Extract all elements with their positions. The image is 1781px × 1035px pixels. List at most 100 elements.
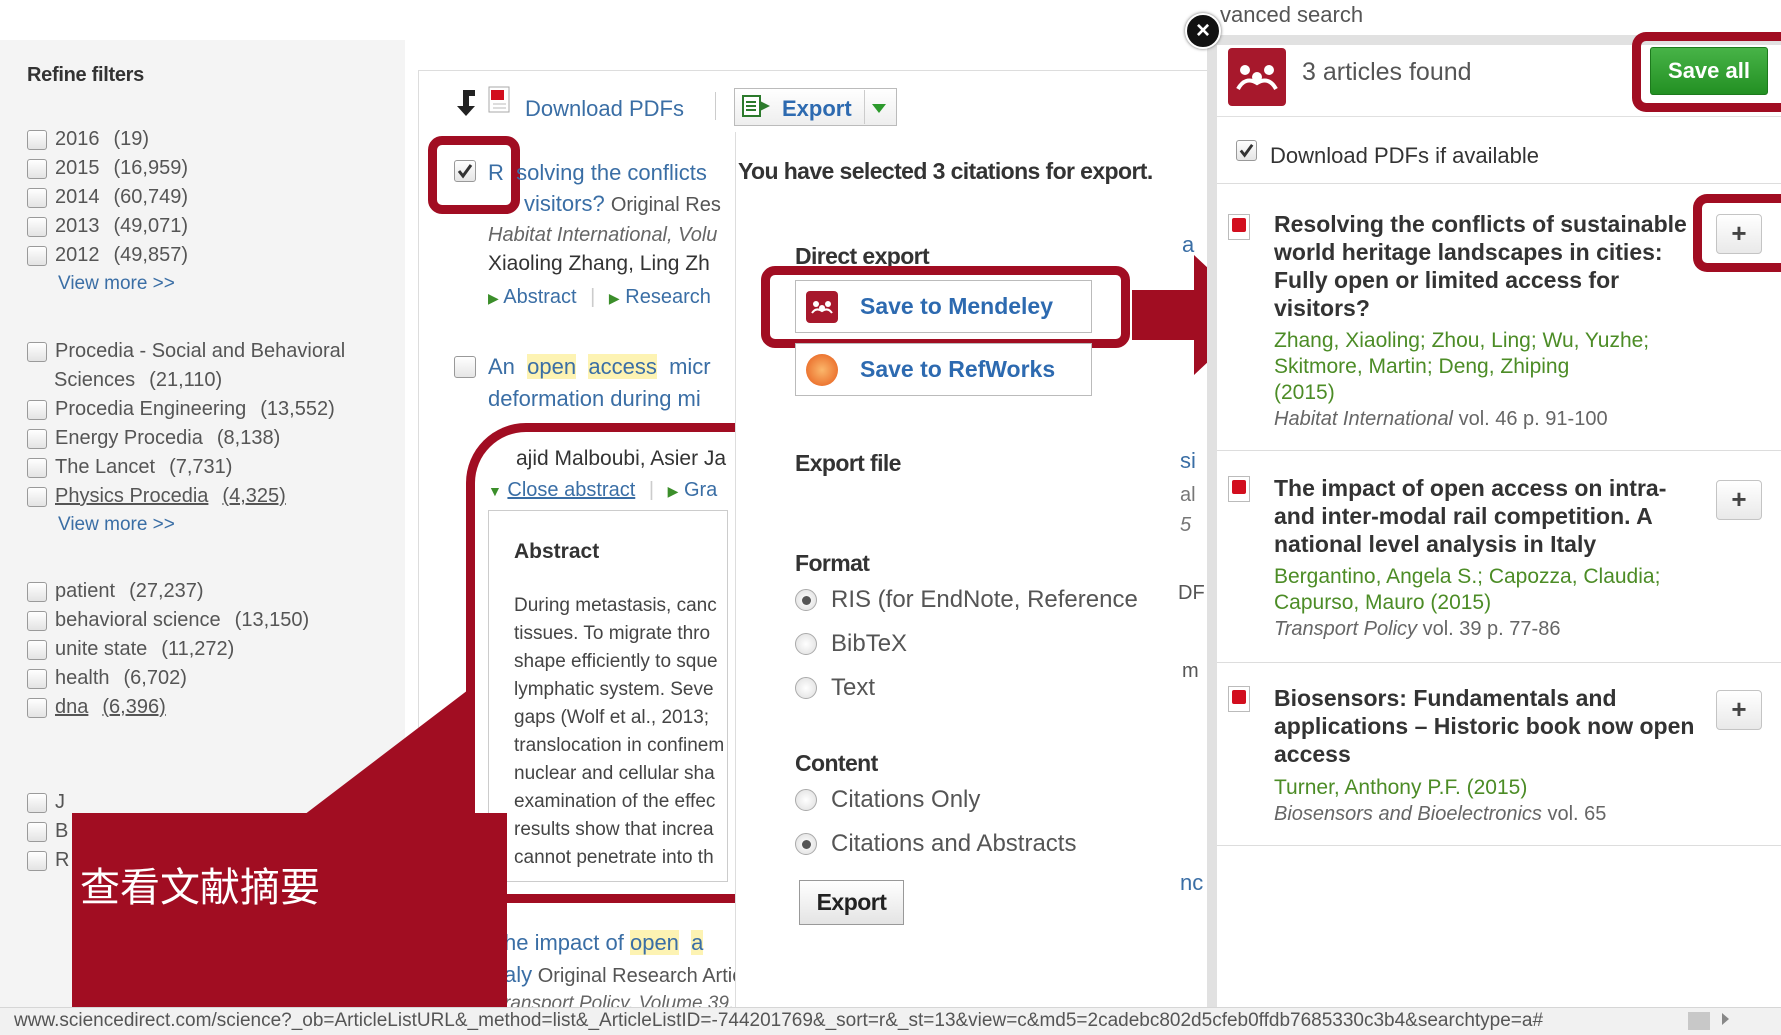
filter-checkbox[interactable]: [27, 129, 47, 150]
scroll-thumb[interactable]: [1688, 1012, 1710, 1030]
filter-partial-j[interactable]: J: [27, 791, 65, 814]
save-all-highlight-box: [1632, 32, 1781, 112]
bg-fragment: si: [1180, 448, 1196, 473]
result-1-title[interactable]: R solving the conflicts: [488, 160, 707, 186]
bg-fragment: 5: [1180, 514, 1192, 536]
advanced-search-link[interactable]: vanced search: [1220, 2, 1363, 24]
filter-year-2013[interactable]: 2013 (49,071): [27, 215, 188, 238]
annotation-text: 查看文献摘要: [80, 865, 320, 911]
filter-topic-patient[interactable]: patient (27,237): [27, 580, 204, 603]
filter-year-2016[interactable]: 2016 (19): [27, 128, 149, 151]
abstract-link[interactable]: Abstract: [503, 286, 576, 308]
filter-topic-dna[interactable]: dna (6,396): [27, 696, 166, 719]
format-ris-option[interactable]: RIS (for EndNote, Reference: [795, 586, 1138, 614]
download-pdfs-label: Download PDFs if available: [1270, 143, 1540, 168]
refine-filters-title: Refine filters: [27, 64, 144, 86]
filter-pub-energy-procedia[interactable]: Energy Procedia (8,138): [27, 427, 280, 450]
radio-citations-only[interactable]: [795, 789, 817, 811]
bg-fragment: nc: [1180, 870, 1204, 895]
filter-checkbox[interactable]: [27, 216, 47, 237]
mendeley-logo-icon: [1228, 48, 1286, 106]
export-icon: [742, 94, 774, 118]
content-citations-only-option[interactable]: Citations Only: [795, 786, 980, 814]
filter-checkbox[interactable]: [27, 399, 47, 420]
filter-pub-procedia-engineering[interactable]: Procedia Engineering (13,552): [27, 398, 335, 421]
add-article-3-button[interactable]: +: [1716, 690, 1762, 730]
format-bibtex-option[interactable]: BibTeX: [795, 630, 907, 658]
save-to-refworks-button[interactable]: Save to RefWorks: [795, 343, 1092, 396]
format-text-option[interactable]: Text: [795, 674, 875, 702]
article-3-authors: Turner, Anthony P.F. (2015): [1274, 776, 1528, 799]
result-2-checkbox[interactable]: [454, 356, 476, 378]
filter-partial-r[interactable]: R: [27, 849, 69, 872]
export-button[interactable]: Export: [799, 880, 904, 925]
filter-checkbox[interactable]: [27, 821, 47, 842]
filter-checkbox[interactable]: [27, 581, 47, 602]
radio-citations-abstracts[interactable]: [795, 833, 817, 855]
filter-checkbox[interactable]: [27, 697, 47, 718]
export-file-heading: Export file: [795, 450, 901, 476]
filter-checkbox[interactable]: [27, 486, 47, 507]
export-label[interactable]: Export: [782, 96, 852, 122]
filter-topic-behavioral[interactable]: behavioral science (13,150): [27, 609, 309, 632]
add-article-2-button[interactable]: +: [1716, 480, 1762, 520]
result-1-links: ▶ Abstract | ▶ Research: [488, 286, 711, 309]
filter-checkbox[interactable]: [27, 457, 47, 478]
filter-partial-b[interactable]: B: [27, 820, 68, 843]
pdf-icon: [488, 86, 512, 114]
export-split-divider: [864, 90, 865, 124]
radio-text[interactable]: [795, 677, 817, 699]
download-arrow-icon[interactable]: [455, 88, 483, 118]
article-1-title: Resolving the conflicts of sustainable w…: [1274, 211, 1687, 321]
view-more-publications-link[interactable]: View more >>: [58, 514, 175, 536]
content-citations-abstracts-option[interactable]: Citations and Abstracts: [795, 830, 1076, 858]
download-pdfs-checkbox[interactable]: [1236, 140, 1257, 161]
article-2-journal: Transport Policy vol. 39 p. 77-86: [1274, 618, 1561, 640]
result-2-title-line2[interactable]: deformation during mi: [488, 386, 701, 412]
divider: [1217, 450, 1781, 451]
filter-checkbox[interactable]: [27, 428, 47, 449]
article-2-title: The impact of open access on intra- and …: [1274, 475, 1667, 557]
close-icon[interactable]: ×: [1185, 13, 1221, 49]
article-2-authors: Bergantino, Angela S.; Capozza, Claudia;…: [1274, 565, 1661, 614]
filter-checkbox[interactable]: [27, 668, 47, 689]
bg-fragment: DF: [1178, 582, 1205, 604]
filter-year-2012[interactable]: 2012 (49,857): [27, 244, 188, 267]
link-separator: |: [590, 286, 596, 308]
bg-fragment: m: [1182, 660, 1199, 682]
download-pdfs-link[interactable]: Download PDFs: [525, 96, 684, 122]
result-1-journal: Habitat International, Volu: [488, 224, 718, 246]
pdf-icon: [1228, 214, 1250, 240]
filter-checkbox[interactable]: [27, 245, 47, 266]
filter-pub-procedia-social-cont: Sciences (21,110): [54, 369, 223, 391]
radio-bibtex[interactable]: [795, 633, 817, 655]
divider: [1217, 845, 1781, 846]
filter-checkbox[interactable]: [27, 158, 47, 179]
filter-checkbox[interactable]: [27, 610, 47, 631]
view-more-years-link[interactable]: View more >>: [58, 273, 175, 295]
result-1-authors: Xiaoling Zhang, Ling Zh: [488, 252, 710, 275]
format-heading: Format: [795, 550, 870, 576]
filter-year-2015[interactable]: 2015 (16,959): [27, 157, 188, 180]
filter-pub-physics-procedia[interactable]: Physics Procedia (4,325): [27, 485, 286, 508]
filter-checkbox[interactable]: [27, 187, 47, 208]
filter-year-2014[interactable]: 2014 (60,749): [27, 186, 188, 209]
dropdown-icon[interactable]: [872, 104, 886, 113]
filter-topic-health[interactable]: health (6,702): [27, 667, 187, 690]
filter-pub-procedia-social[interactable]: Procedia - Social and Behavioral: [27, 340, 345, 363]
filter-checkbox[interactable]: [27, 850, 47, 871]
filter-topic-unite-state[interactable]: unite state (11,272): [27, 638, 234, 661]
filter-checkbox[interactable]: [27, 792, 47, 813]
filter-checkbox[interactable]: [27, 341, 47, 362]
result-3-title[interactable]: he impact of open a: [504, 930, 704, 956]
filter-pub-lancet[interactable]: The Lancet (7,731): [27, 456, 232, 479]
filter-checkbox[interactable]: [27, 639, 47, 660]
toolbar-divider: [715, 92, 716, 120]
content-heading: Content: [795, 750, 878, 776]
research-highlights-link[interactable]: Research: [625, 286, 711, 308]
radio-ris[interactable]: [795, 589, 817, 611]
expand-triangle-icon: ▶: [608, 290, 620, 306]
result-2-title[interactable]: An open access micr: [488, 354, 711, 380]
scroll-right-icon[interactable]: [1722, 1013, 1729, 1025]
add-button-highlight-box: [1693, 194, 1781, 272]
